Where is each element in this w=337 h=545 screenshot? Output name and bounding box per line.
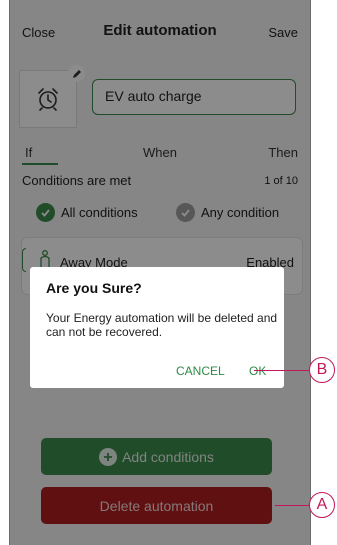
ok-button[interactable]: OK <box>249 364 266 378</box>
confirm-dialog: Are you Sure? Your Energy automation wil… <box>30 267 284 388</box>
dialog-title: Are you Sure? <box>46 280 142 296</box>
callout-b-marker: B <box>309 357 335 383</box>
callout-a-marker: A <box>309 492 335 518</box>
phone-screen: Close Edit automation Save EV auto charg… <box>9 0 311 545</box>
callout-b-line <box>254 370 311 371</box>
callout-a-line <box>275 505 310 506</box>
cancel-button[interactable]: CANCEL <box>176 364 225 378</box>
dialog-message: Your Energy automation will be deleted a… <box>46 311 278 339</box>
